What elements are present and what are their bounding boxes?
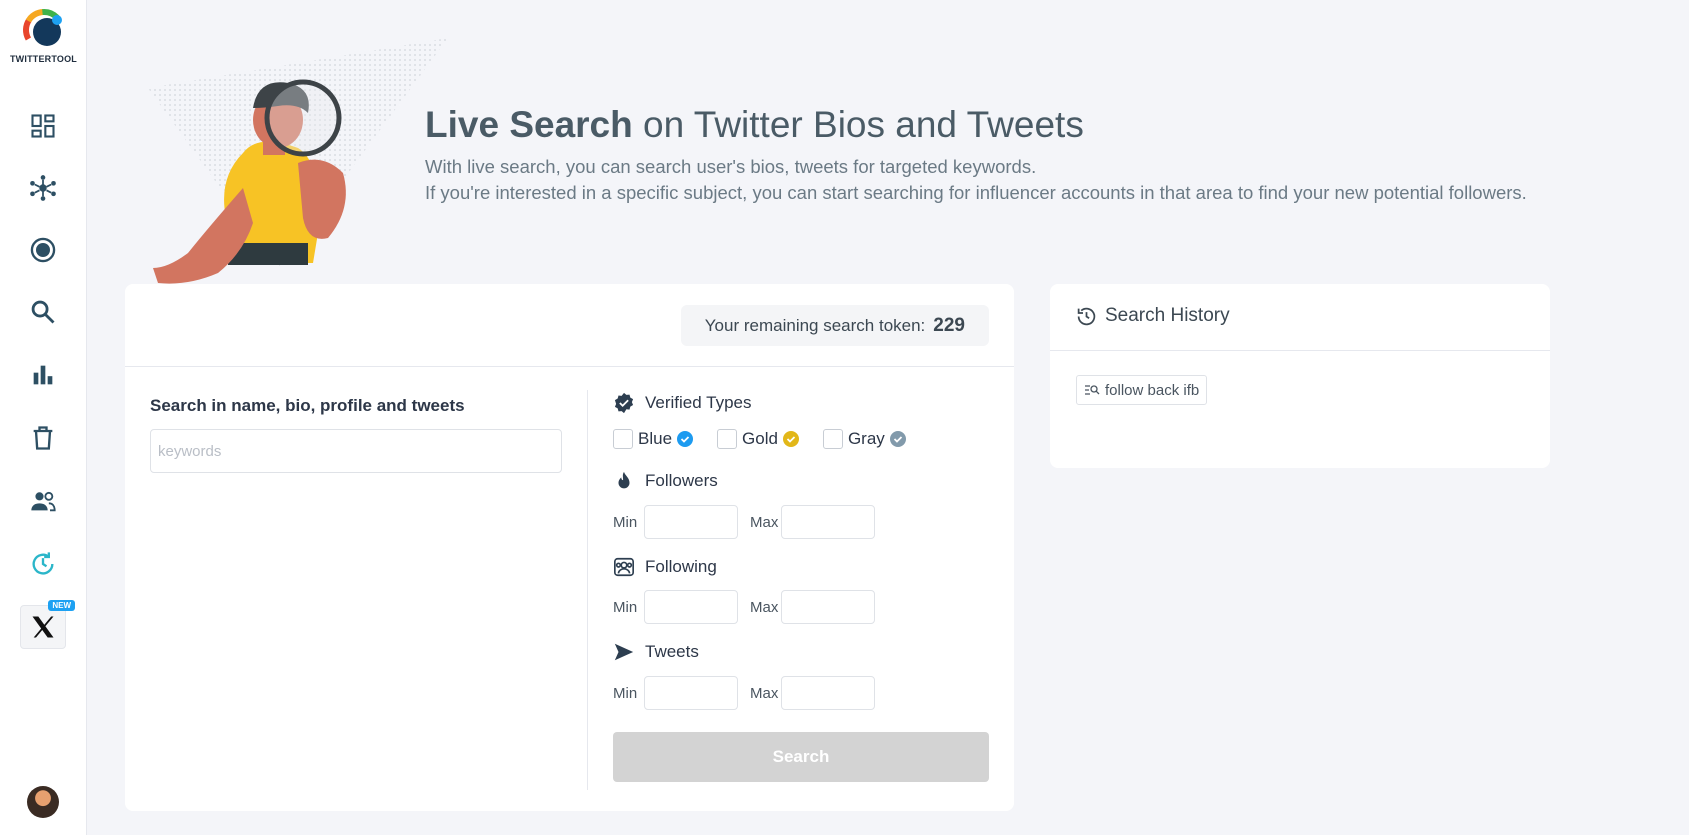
checkbox[interactable] [822,429,843,449]
dashboard-icon [31,114,55,138]
sidebar: TWITTERTOOL NEW [0,0,87,835]
search-icon [31,300,55,324]
description-line-1: With live search, you can search user's … [425,156,1037,177]
verified-blue-checkbox[interactable]: Blue [613,429,694,449]
nav-x[interactable]: NEW [20,600,75,649]
bar-chart-icon [33,365,53,385]
checkbox[interactable] [613,429,633,449]
followers-title: Followers [613,470,718,492]
token-counter: Your remaining search token: 229 [680,305,989,346]
keywords-input[interactable] [150,429,562,473]
divider [587,390,588,790]
verified-types-title: Verified Types [613,392,751,414]
nav-dashboard[interactable] [20,104,66,148]
tweets-min-input[interactable] [644,676,738,710]
checkbox[interactable] [717,429,738,449]
search-button[interactable]: Search [613,732,989,782]
app-logo[interactable]: TWITTERTOOL [0,6,87,64]
verified-gold-checkbox[interactable]: Gold [717,429,799,449]
blue-check-icon [677,431,694,447]
search-history-title: Search History [1076,305,1230,327]
following-max-input[interactable] [781,590,875,624]
nav-analytics[interactable] [20,353,66,397]
trash-icon [33,426,53,450]
tweets-max-input[interactable] [781,676,875,710]
x-logo-icon [32,616,54,638]
followers-range: Min Max [613,505,875,539]
search-list-icon [1085,385,1100,395]
page-description: With live search, you can search user's … [425,154,1527,206]
divider [125,366,1014,367]
nav-network[interactable] [20,166,66,210]
following-title: Following [613,556,717,578]
nav-search[interactable] [20,290,66,334]
nav-history-sync[interactable] [20,542,66,586]
description-line-2: If you're interested in a specific subje… [425,182,1527,203]
fire-icon [618,471,630,489]
logo-icon [22,9,65,51]
nav-people[interactable] [20,479,66,523]
send-icon [614,643,634,661]
gold-check-icon [782,431,799,447]
history-sync-icon [32,552,54,575]
token-label: Your remaining search token: [704,315,926,335]
token-value: 229 [933,314,965,336]
verified-gray-checkbox[interactable]: Gray [822,429,906,449]
group-icon [614,557,634,577]
followers-max-input[interactable] [781,505,875,539]
following-range: Min Max [613,590,875,624]
page-title: Live Search on Twitter Bios and Tweets [425,104,1084,145]
history-icon [1077,307,1096,325]
following-min-input[interactable] [644,590,738,624]
divider [1050,350,1550,351]
record-icon [30,237,56,263]
search-label: Search in name, bio, profile and tweets [150,396,465,415]
people-icon [31,491,56,512]
followers-min-input[interactable] [644,505,738,539]
new-badge: NEW [48,600,75,611]
tweets-range: Min Max [613,676,875,710]
nav-delete[interactable] [20,416,66,460]
avatar[interactable] [27,786,59,818]
tweets-title: Tweets [613,641,699,663]
network-icon [30,175,56,201]
gray-check-icon [889,431,906,447]
verified-options: Blue Gold Gray [613,429,906,449]
nav-record[interactable] [20,228,66,272]
search-card: Your remaining search token: 229 Search … [125,284,1014,811]
hero-illustration [148,38,448,284]
logo-text: TWITTERTOOL [9,54,78,64]
search-history-card: Search History follow back ifb [1050,284,1550,468]
verified-badge-icon [614,392,634,414]
history-item[interactable]: follow back ifb [1076,375,1208,405]
